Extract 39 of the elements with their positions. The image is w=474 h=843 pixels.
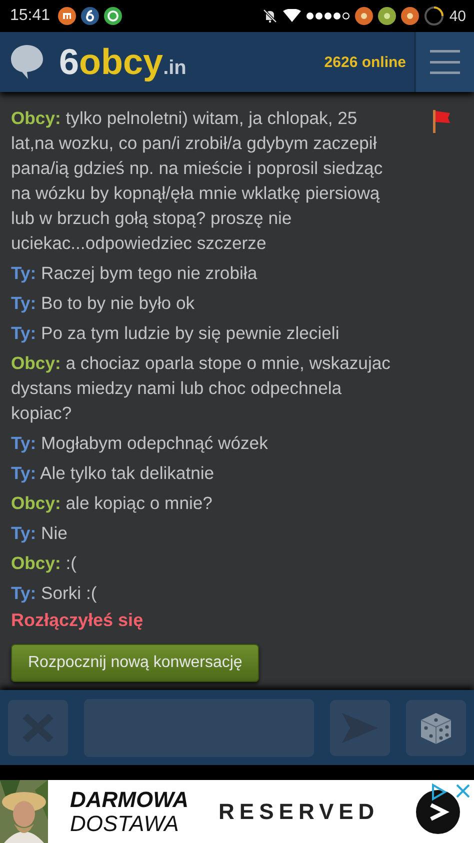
battery-icon <box>424 6 444 26</box>
chat-message: Obcy: tylko pelnoletni) witam, ja chlopak, 25 lat,na wozku, co pan/i zrobił/a gdybym zaczepił pana/ią gdzieś np. na mieście i poprosil siedząc na wózku by kopnął/ęła mnie wklatkę piersiową lub w brzuch gołą stopą? proszę nie uciekac...odpowiedziec szczerze <box>11 107 384 255</box>
app-icon <box>378 7 396 25</box>
speech-bubble-icon <box>10 44 44 80</box>
chat-message: Obcy: :( <box>11 552 78 575</box>
random-button[interactable] <box>406 700 466 756</box>
brand-name: RESERVED <box>218 798 380 824</box>
logo[interactable]: 6obcy.in <box>59 41 186 83</box>
ad-headline: DARMOWA <box>70 788 189 812</box>
online-count: 2626 online <box>324 54 406 70</box>
disconnected-notice: Rozłączyłeś się <box>11 610 144 631</box>
chat-message: Obcy: a chociaz oparla stope o mnie, wskazujac dystans miedzy nami lub choc odpechnela kopiac? <box>11 352 392 425</box>
ad-banner[interactable]: DARMOWA DOSTAWA RESERVED <box>0 780 474 843</box>
menu-button[interactable] <box>414 32 474 92</box>
clock-time: 15:41 <box>10 7 50 25</box>
signal-icon <box>306 11 350 21</box>
chat-message: Obcy: ale kopiąc o mnie? <box>11 492 214 515</box>
ad-choices-icon <box>431 783 447 801</box>
chat-message: Ty: Sorki :( <box>11 582 98 605</box>
app-icon <box>81 7 100 25</box>
sync-icon <box>104 7 122 25</box>
chat-message: Ty: Po za tym ludzie by się pewnie zlecieli <box>11 322 340 345</box>
chat-message: Ty: Raczej bym tego nie zrobiła <box>11 262 258 285</box>
chat-message: Ty: Nie <box>11 522 68 545</box>
battery-level: 40 <box>449 8 466 24</box>
chat-message: Ty: Ale tylko tak delikatnie <box>11 462 216 485</box>
close-icon <box>456 784 470 798</box>
chat-message: Ty: Bo to by nie było ok <box>11 292 196 315</box>
app-icon <box>58 7 76 25</box>
wifi-icon <box>283 9 302 23</box>
ad-subline: DOSTAWA <box>70 812 180 836</box>
new-conversation-button[interactable]: Rozpocznij nową konwersację <box>11 644 260 682</box>
app-icon <box>401 7 420 25</box>
dice-icon <box>419 710 453 744</box>
app-icon <box>355 7 374 25</box>
muted-bell-icon <box>262 8 278 24</box>
flag-icon[interactable] <box>431 108 451 134</box>
menu-icon <box>430 49 460 75</box>
chat-message: Ty: Mogłabym odepchnąć wózek <box>11 432 269 455</box>
